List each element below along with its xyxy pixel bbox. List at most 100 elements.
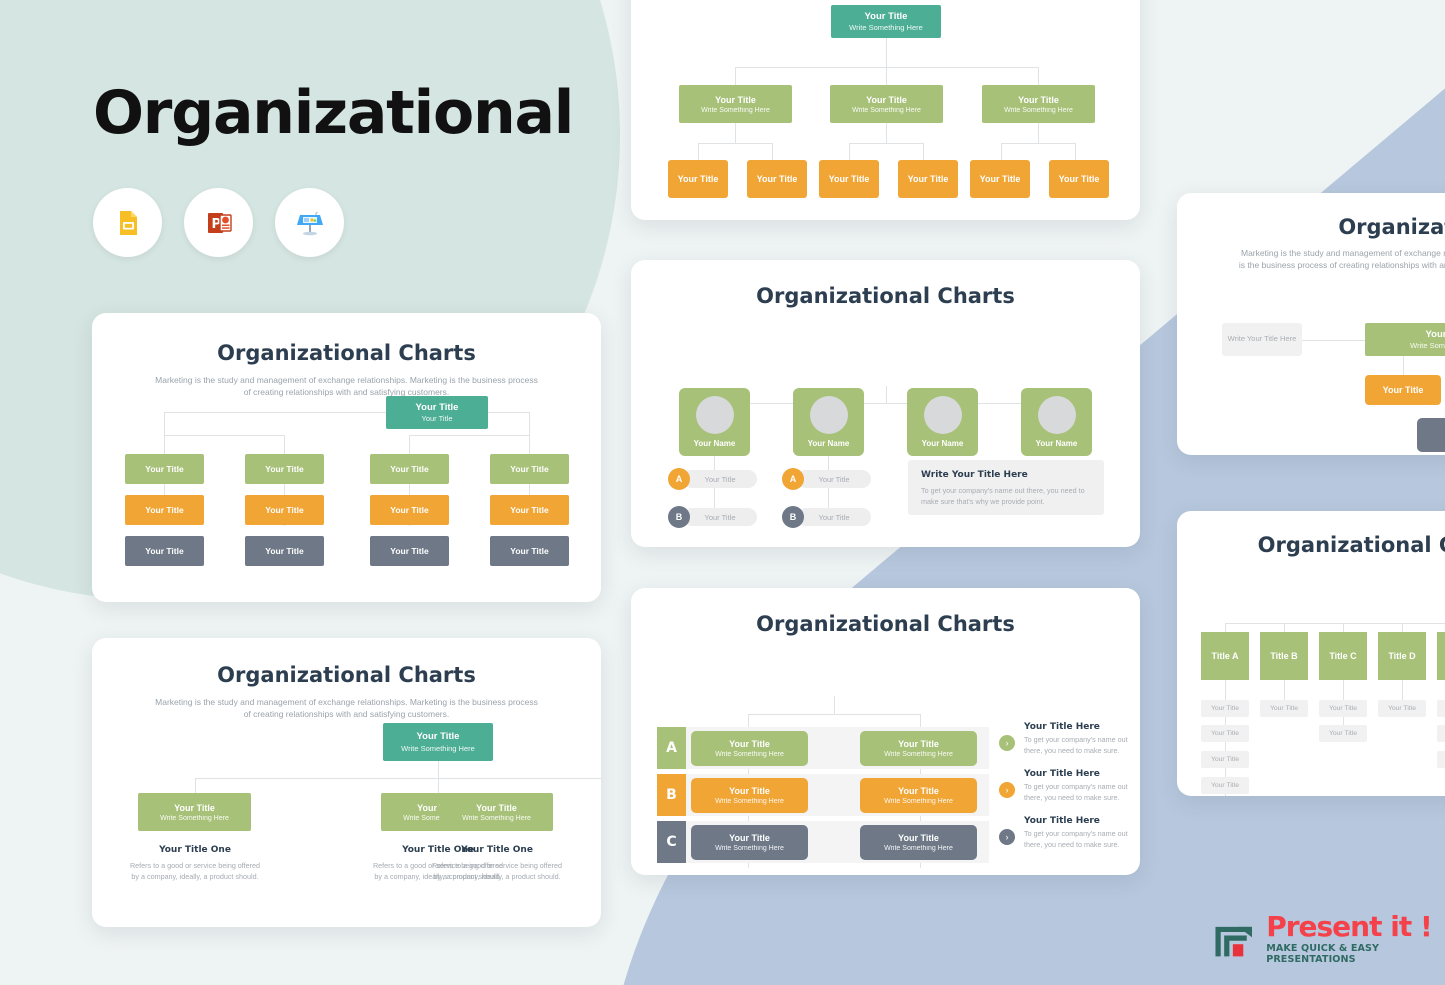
list-item[interactable]: Your Title (1437, 751, 1445, 768)
slide-card-people-tree[interactable]: Organizational Charts Your Title Write S… (631, 260, 1140, 547)
table-row[interactable]: Your Title (125, 536, 204, 566)
slide-card-three-level-tree[interactable]: Organizational Charts Marketing is the s… (631, 0, 1140, 220)
table-row[interactable]: Your Title (245, 495, 324, 525)
card4-pill-a2[interactable]: A Your Title (782, 468, 871, 490)
node-title: Your Title (174, 802, 215, 813)
card3-root-node[interactable]: Your Title Write Something Here (831, 5, 941, 38)
list-item[interactable]: Your Title (1201, 777, 1249, 794)
connector (1284, 680, 1285, 700)
description-heading: Your Title One (461, 845, 533, 855)
table-row[interactable]: Your Title (370, 536, 449, 566)
list-item[interactable]: Your Title (1260, 700, 1308, 717)
card3-level2-node-6[interactable]: Your Title (1049, 160, 1109, 198)
description-heading: Your Title One (159, 845, 231, 855)
person-name: Your Name (693, 439, 736, 448)
list-item[interactable]: Your Title (1378, 700, 1426, 717)
card7-column-head-a[interactable]: Title A (1201, 632, 1249, 680)
card7-column-head-e[interactable]: Title E (1437, 632, 1445, 680)
node-title: Your Title (979, 174, 1021, 184)
card3-level1-node-2[interactable]: Your Title Write Something Here (830, 85, 943, 123)
card6-side-note[interactable]: Write Your Title Here (1222, 323, 1302, 356)
slide-card-side-branch[interactable]: Organizational Charts Marketing is the s… (1177, 193, 1445, 455)
card3-level2-node-2[interactable]: Your Title (747, 160, 807, 198)
card4-person-1[interactable]: Your Name (679, 388, 750, 456)
card7-column-head-b[interactable]: Title B (1260, 632, 1308, 680)
list-item[interactable]: Your Title (1201, 700, 1249, 717)
card3-level1-node-3[interactable]: Your Title Write Something Here (982, 85, 1095, 123)
card5-row-c-box-2[interactable]: Your Title Write Something Here (860, 825, 977, 860)
card5-row-b-box-2[interactable]: Your Title Write Something Here (860, 778, 977, 813)
card4-person-4[interactable]: Your Name (1021, 388, 1092, 456)
node-title: Your Title (390, 546, 429, 556)
card3-level2-node-1[interactable]: Your Title (668, 160, 728, 198)
legend-title: Your Title Here (1024, 816, 1100, 826)
card5-row-c-box-1[interactable]: Your Title Write Something Here (691, 825, 808, 860)
card2-root-node[interactable]: Your Title Write Something Here (383, 723, 493, 761)
page-header: Organizational P (93, 78, 574, 257)
card7-column-head-c[interactable]: Title C (1319, 632, 1367, 680)
connector (1402, 623, 1403, 632)
table-row[interactable]: Your Title (490, 536, 569, 566)
list-item[interactable]: Your Title (1319, 725, 1367, 742)
table-row[interactable]: Your Title (125, 454, 204, 484)
badge: A (782, 468, 804, 490)
card5-row-b-box-1[interactable]: Your Title Write Something Here (691, 778, 808, 813)
list-item[interactable]: Your Title (1201, 751, 1249, 768)
card3-level1-node-1[interactable]: Your Title Write Something Here (679, 85, 792, 123)
slide-card-multi-column[interactable]: Organizational Charts Marketing is the s… (92, 313, 601, 602)
card3-level2-node-4[interactable]: Your Title (898, 160, 958, 198)
table-row[interactable]: Your Title (125, 495, 204, 525)
list-item[interactable]: Your Title (1201, 725, 1249, 742)
node-title: Your Title (145, 505, 184, 515)
list-item[interactable]: Your Title (1437, 700, 1445, 717)
card2-subtitle: Marketing is the study and management of… (155, 697, 538, 720)
slide-card-three-branch[interactable]: Organizational Charts Marketing is the s… (92, 638, 601, 927)
card4-pill-a1[interactable]: A Your Title (668, 468, 757, 490)
card6-slate-box[interactable] (1417, 418, 1445, 452)
connector (438, 778, 439, 793)
node-title: Your Title (145, 546, 184, 556)
infobox-heading: Write Your Title Here (921, 470, 1028, 480)
card4-person-2[interactable]: Your Name (793, 388, 864, 456)
node-title: Your Title (390, 505, 429, 515)
slide-card-column-titles[interactable]: Organizational Charts Your Title Write S… (1177, 511, 1445, 796)
node-title: Your Title (729, 786, 770, 796)
page-title: Organizational (93, 78, 574, 148)
legend-title: Your Title Here (1024, 769, 1100, 779)
node-title: Your Title (145, 464, 184, 474)
card5-row-a-box-1[interactable]: Your Title Write Something Here (691, 731, 808, 766)
card3-level2-node-5[interactable]: Your Title (970, 160, 1030, 198)
card4-title: Organizational Charts (756, 284, 1015, 308)
table-row[interactable]: Your Title (490, 495, 569, 525)
card6-mid-node[interactable]: Your Title Write Something Here (1365, 323, 1445, 356)
node-title: Your Title (265, 464, 304, 474)
card4-pill-b1[interactable]: B Your Title (668, 506, 757, 528)
card5-title: Organizational Charts (756, 612, 1015, 636)
card1-root-node[interactable]: Your Title Your Title (386, 396, 488, 429)
table-row[interactable]: Your Title (245, 454, 324, 484)
card6-leaf-node[interactable]: Your Title (1365, 375, 1441, 405)
connector (1001, 143, 1002, 160)
list-item[interactable]: Your Title (1319, 700, 1367, 717)
card4-pill-b2[interactable]: B Your Title (782, 506, 871, 528)
card7-column-head-d[interactable]: Title D (1378, 632, 1426, 680)
badge: B (668, 506, 690, 528)
card5-row-a-box-2[interactable]: Your Title Write Something Here (860, 731, 977, 766)
connector (886, 386, 887, 403)
card3-level2-node-3[interactable]: Your Title (819, 160, 879, 198)
connector (1038, 123, 1039, 143)
connector (834, 696, 835, 714)
card2-branch-1[interactable]: Your Title Write Something Here (138, 793, 251, 831)
connector (164, 435, 284, 436)
connector (735, 123, 736, 143)
table-row[interactable]: Your Title (245, 536, 324, 566)
slide-card-abc-matrix[interactable]: Organizational Charts Your Title Write S… (631, 588, 1140, 875)
card4-person-3[interactable]: Your Name (907, 388, 978, 456)
table-row[interactable]: Your Title (490, 454, 569, 484)
node-title: Your Title (476, 802, 517, 813)
list-item[interactable]: Your Title (1437, 725, 1445, 742)
table-row[interactable]: Your Title (370, 454, 449, 484)
connector (195, 778, 601, 779)
table-row[interactable]: Your Title (370, 495, 449, 525)
card2-branch-3[interactable]: Your Title Write Something Here (440, 793, 553, 831)
